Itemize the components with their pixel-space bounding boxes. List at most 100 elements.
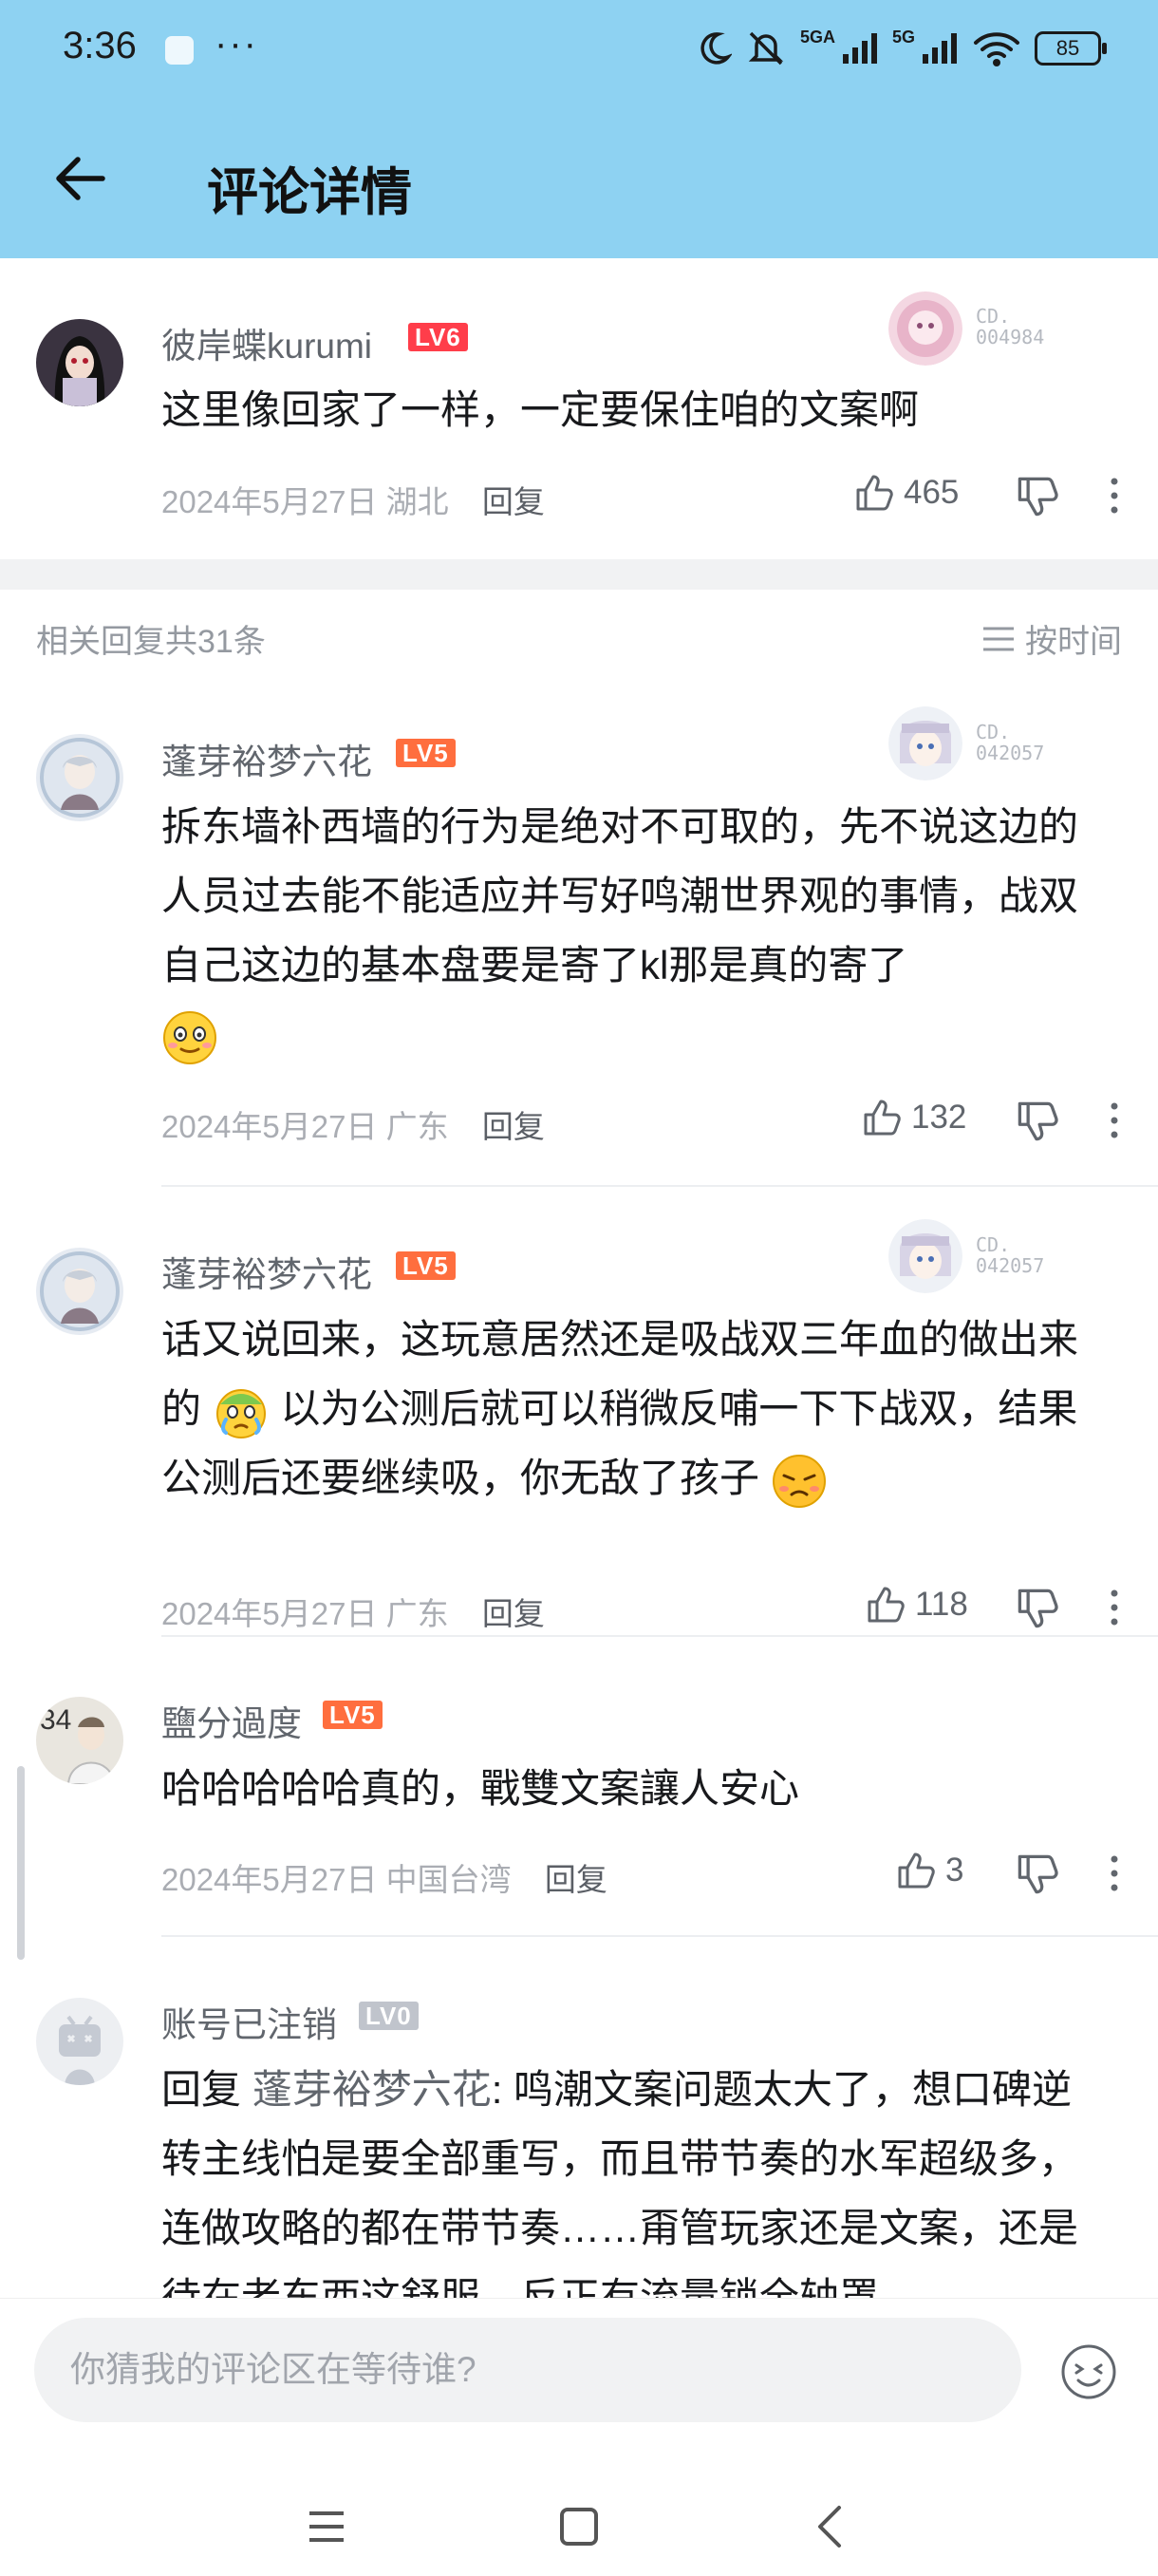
svg-text:34: 34 — [40, 1704, 71, 1736]
back-arrow-icon[interactable] — [49, 148, 110, 209]
sort-icon — [983, 627, 1014, 650]
avatar[interactable]: 34 — [36, 1697, 123, 1784]
menu-icon[interactable] — [289, 2489, 364, 2565]
like-button[interactable]: 3 — [896, 1851, 963, 1890]
reply-item: 蓬芽裕梦六花 LV5 CD. 042057 拆东墙补西墙的行为是绝对不可取的，先不… — [0, 693, 1158, 1187]
comment-location: 湖北 — [385, 484, 449, 519]
crying-emoji-icon — [215, 1388, 266, 1438]
section-divider — [0, 559, 1158, 590]
username[interactable]: 鹽分過度 — [161, 1695, 302, 1746]
level-badge: LV5 — [396, 739, 456, 767]
status-time: 3:36 — [63, 25, 137, 66]
thumbs-up-icon — [856, 475, 893, 511]
comment-date: 2024年5月27日 — [161, 1109, 378, 1144]
reply-item: 34 鹽分過度 LV5 哈哈哈哈哈真的，戰雙文案讓人安心 2024年5月27日 … — [0, 1636, 1158, 1937]
status-icons: 5GA 5G 85 — [694, 25, 1107, 72]
network-5g-label: 5G — [891, 27, 915, 47]
like-count: 118 — [915, 1586, 968, 1623]
avatar[interactable] — [36, 1998, 123, 2085]
more-options-icon[interactable] — [1107, 1101, 1122, 1139]
mention-link[interactable]: 蓬芽裕梦六花 — [252, 2067, 492, 2112]
comment-meta: 2024年5月27日 广东 回复 — [161, 1589, 545, 1634]
awkward-smile-emoji-icon — [163, 1010, 216, 1064]
sort-toggle[interactable]: 按时间 — [981, 615, 1122, 662]
comment-date: 2024年5月27日 — [161, 1596, 378, 1631]
level-badge: LV5 — [396, 1251, 456, 1280]
comment-date: 2024年5月27日 — [161, 484, 378, 519]
battery-indicator: 85 — [1035, 31, 1107, 66]
reply-button[interactable]: 回复 — [482, 484, 545, 519]
thumbs-up-icon — [898, 1852, 935, 1889]
reply-button[interactable]: 回复 — [482, 1596, 545, 1631]
signal-icon — [923, 33, 957, 64]
thumbs-down-icon[interactable] — [1016, 1100, 1059, 1143]
replies-count: 相关回复共31条 — [36, 624, 266, 660]
home-icon[interactable] — [541, 2489, 617, 2565]
fan-badge-code: CD. 004984 — [976, 305, 1045, 348]
page-title: 评论详情 — [207, 164, 412, 221]
signal-icon — [842, 33, 877, 64]
app-notification-icon — [165, 36, 194, 65]
like-button[interactable]: 465 — [854, 473, 959, 513]
mute-icon — [748, 31, 784, 66]
like-count: 3 — [945, 1852, 964, 1889]
comment-text: 回复 蓬芽裕梦六花: 鸣潮文案问题太大了，想口碑逆转主线怕是要全部重写，而且带节… — [161, 2067, 1079, 2298]
top-app-bar: 3:36 ··· 5GA 5G 85 评论详情 — [0, 0, 1158, 258]
sort-label: 按时间 — [1025, 624, 1122, 660]
username[interactable]: 蓬芽裕梦六花 — [161, 733, 372, 784]
thumbs-down-icon[interactable] — [1016, 1587, 1059, 1630]
more-options-icon[interactable] — [1107, 1589, 1122, 1626]
more-notifications-icon: ··· — [215, 23, 258, 65]
reply-button[interactable]: 回复 — [482, 1109, 545, 1144]
back-icon[interactable] — [794, 2489, 869, 2565]
comment-input-bar — [0, 2298, 1158, 2576]
avatar[interactable] — [36, 319, 123, 406]
fan-badge-avatar[interactable] — [888, 1219, 962, 1293]
like-button[interactable]: 132 — [862, 1098, 966, 1138]
reply-item: 蓬芽裕梦六花 LV5 CD. 042057 话又说回来，这玩意居然还是吸战双三年血… — [0, 1187, 1158, 1637]
comment-location: 广东 — [385, 1596, 449, 1631]
system-nav-bar — [0, 2489, 1158, 2576]
fan-badge-code: CD. 042057 — [976, 1233, 1045, 1277]
thumbs-down-icon[interactable] — [1016, 475, 1059, 518]
scrollbar[interactable] — [17, 1766, 25, 1960]
emoji-picker-icon[interactable] — [1059, 2342, 1118, 2401]
comment-location: 中国台湾 — [385, 1862, 512, 1897]
comment-input[interactable] — [34, 2318, 1021, 2422]
thumbs-down-icon[interactable] — [1016, 1852, 1059, 1896]
moon-icon — [700, 32, 732, 65]
avatar[interactable] — [36, 734, 123, 821]
comment-text: 这里像回家了一样，一定要保住咱的文案啊 — [161, 387, 920, 432]
comment-text: 拆东墙补西墙的行为是绝对不可取的，先不说这边的人员过去能不能适应并写好鸣潮世界观… — [161, 792, 1111, 1069]
comment-meta: 2024年5月27日 湖北 回复 — [161, 477, 545, 522]
comment-date: 2024年5月27日 — [161, 1862, 378, 1897]
comment-location: 广东 — [385, 1109, 449, 1144]
more-options-icon[interactable] — [1107, 477, 1122, 515]
comment-text: 哈哈哈哈哈真的，戰雙文案讓人安心 — [161, 1766, 800, 1811]
fan-badge-avatar[interactable] — [888, 291, 962, 366]
username[interactable]: 账号已注销 — [161, 1996, 337, 2047]
level-badge: LV5 — [323, 1701, 383, 1729]
more-options-icon[interactable] — [1107, 1854, 1122, 1892]
thumbs-up-icon — [864, 1100, 901, 1136]
reply-button[interactable]: 回复 — [545, 1862, 607, 1897]
like-button[interactable]: 118 — [866, 1585, 968, 1625]
level-badge: LV6 — [408, 323, 468, 351]
comment-text: 话又说回来，这玩意居然还是吸战双三年血的做出来的 以为公测后就可以稍微反哺一下下… — [161, 1305, 1111, 1513]
like-count: 465 — [904, 474, 960, 511]
main-comment: 彼岸蝶kurumi LV6 CD. 004984 这里像回家了一样，一定要保住咱的… — [0, 258, 1158, 559]
comment-meta: 2024年5月27日 中国台湾 回复 — [161, 1854, 607, 1900]
avatar[interactable] — [36, 1248, 123, 1335]
fan-badge-code: CD. 042057 — [976, 721, 1045, 764]
reply-item: 账号已注销 LV0 回复 蓬芽裕梦六花: 鸣潮文案问题太大了，想口碑逆转主线怕是… — [0, 1937, 1158, 2298]
level-badge: LV0 — [359, 2002, 419, 2030]
sulking-emoji-icon — [772, 1454, 826, 1508]
username[interactable]: 彼岸蝶kurumi — [161, 317, 372, 368]
fan-badge-avatar[interactable] — [888, 706, 962, 780]
like-count: 132 — [911, 1099, 967, 1136]
username[interactable]: 蓬芽裕梦六花 — [161, 1246, 372, 1297]
thumbs-up-icon — [868, 1587, 905, 1623]
comment-meta: 2024年5月27日 广东 回复 — [161, 1101, 545, 1147]
status-bar: 3:36 ··· 5GA 5G 85 — [0, 0, 1158, 104]
wifi-icon — [974, 32, 1019, 66]
